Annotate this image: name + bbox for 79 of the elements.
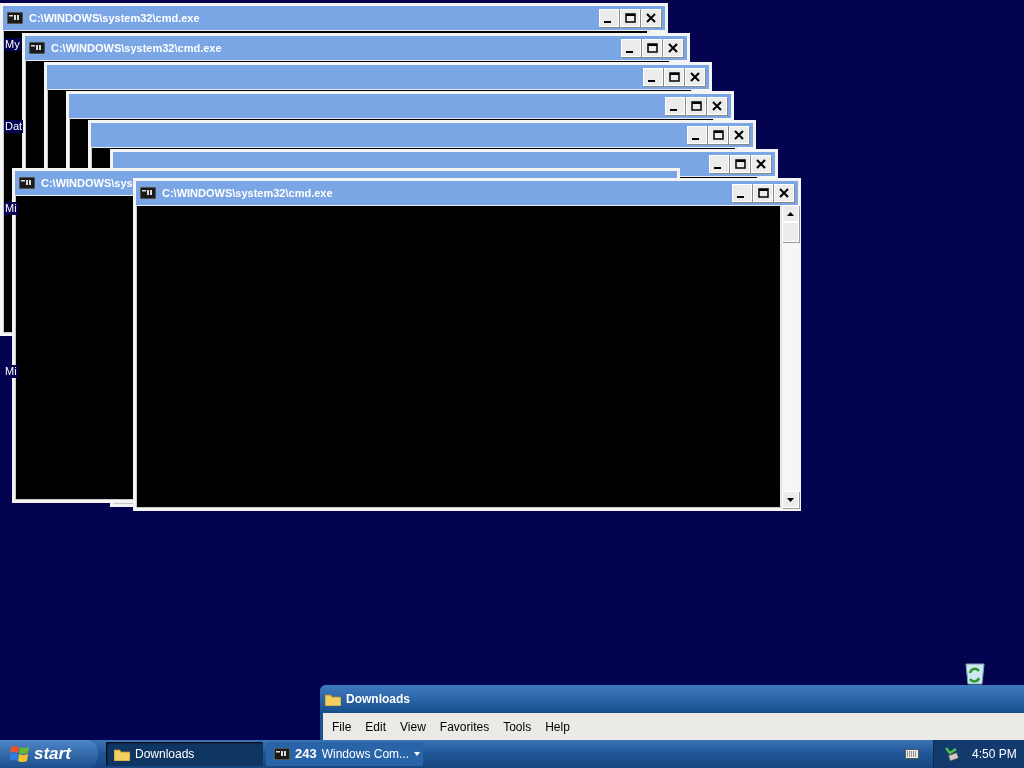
menu-item[interactable]: Favorites <box>434 717 495 736</box>
maximize-icon <box>712 130 724 140</box>
console-icon <box>140 187 156 199</box>
caret-icon <box>414 752 421 756</box>
menu-item[interactable]: Help <box>540 717 575 736</box>
console-icon <box>19 177 35 189</box>
minimize-button[interactable] <box>709 155 729 173</box>
menu-item[interactable]: Edit <box>360 717 392 736</box>
close-icon <box>690 72 700 82</box>
minimize-icon <box>648 80 655 82</box>
window-title: C:\WINDOWS\system32\cmd.exe <box>162 185 333 201</box>
clock: 4:50 PM <box>972 746 1017 763</box>
maximize-button[interactable] <box>664 68 684 86</box>
minimize-button[interactable] <box>621 39 641 57</box>
minimize-button[interactable] <box>599 9 619 27</box>
menu-item[interactable]: File <box>327 717 357 736</box>
scroll-up-button[interactable] <box>782 205 799 222</box>
minimize-icon <box>670 109 677 111</box>
close-button[interactable] <box>774 184 794 202</box>
window-title: C:\WINDOWS\sys <box>41 175 133 191</box>
maximize-icon <box>668 72 680 82</box>
desktop-icon-label[interactable]: Mi <box>4 365 18 378</box>
close-button[interactable] <box>641 9 661 27</box>
desktop-icon-label[interactable]: Mi <box>4 202 18 215</box>
maximize-icon <box>757 188 769 198</box>
close-button[interactable] <box>751 155 771 173</box>
console-icon <box>29 42 45 54</box>
minimize-icon <box>626 51 633 53</box>
minimize-button[interactable] <box>665 97 685 115</box>
minimize-icon <box>692 138 699 140</box>
down-arrow-icon <box>787 497 794 502</box>
maximize-icon <box>624 13 636 23</box>
desktop-icon-label[interactable]: My <box>4 38 21 51</box>
network-icon[interactable] <box>944 746 960 762</box>
close-icon <box>779 188 789 198</box>
menu-item[interactable]: Tools <box>498 717 537 736</box>
maximize-button[interactable] <box>753 184 773 202</box>
desktop-icon-label[interactable]: Dat <box>4 120 24 133</box>
maximize-button[interactable] <box>686 97 706 115</box>
close-icon <box>668 43 678 53</box>
maximize-button[interactable] <box>730 155 750 173</box>
up-arrow-icon <box>787 211 794 216</box>
minimize-button[interactable] <box>687 126 707 144</box>
window-title: Downloads <box>346 691 410 708</box>
minimize-button[interactable] <box>732 184 752 202</box>
title-bar[interactable]: Downloads <box>320 685 1024 713</box>
minimize-icon <box>604 21 611 23</box>
folder-icon <box>325 692 341 706</box>
maximize-button[interactable] <box>708 126 728 144</box>
close-icon <box>756 159 766 169</box>
close-button[interactable] <box>707 97 727 115</box>
console-icon <box>274 748 290 760</box>
close-button[interactable] <box>685 68 705 86</box>
minimize-button[interactable] <box>643 68 663 86</box>
taskbar-button[interactable]: Downloads <box>106 742 263 766</box>
close-icon <box>712 101 722 111</box>
folder-icon <box>114 747 130 761</box>
close-icon <box>734 130 744 140</box>
scroll-down-button[interactable] <box>782 491 799 508</box>
window-title: C:\WINDOWS\system32\cmd.exe <box>51 40 222 56</box>
minimize-icon <box>737 196 744 198</box>
keyboard-icon[interactable] <box>905 749 919 759</box>
maximize-icon <box>690 101 702 111</box>
close-button[interactable] <box>663 39 683 57</box>
windows-logo-icon <box>10 745 30 763</box>
maximize-icon <box>646 43 658 53</box>
maximize-button[interactable] <box>642 39 662 57</box>
taskbar-button[interactable]: 243 Windows Com... <box>266 742 423 766</box>
maximize-button[interactable] <box>620 9 640 27</box>
minimize-icon <box>714 167 721 169</box>
close-icon <box>646 13 656 23</box>
window-title: C:\WINDOWS\system32\cmd.exe <box>29 10 200 26</box>
start-button[interactable]: start <box>0 740 98 768</box>
scrollbar[interactable] <box>781 205 798 508</box>
maximize-icon <box>734 159 746 169</box>
menu-item[interactable]: View <box>395 717 431 736</box>
console-icon <box>7 12 23 24</box>
close-button[interactable] <box>729 126 749 144</box>
scroll-thumb[interactable] <box>782 222 799 242</box>
